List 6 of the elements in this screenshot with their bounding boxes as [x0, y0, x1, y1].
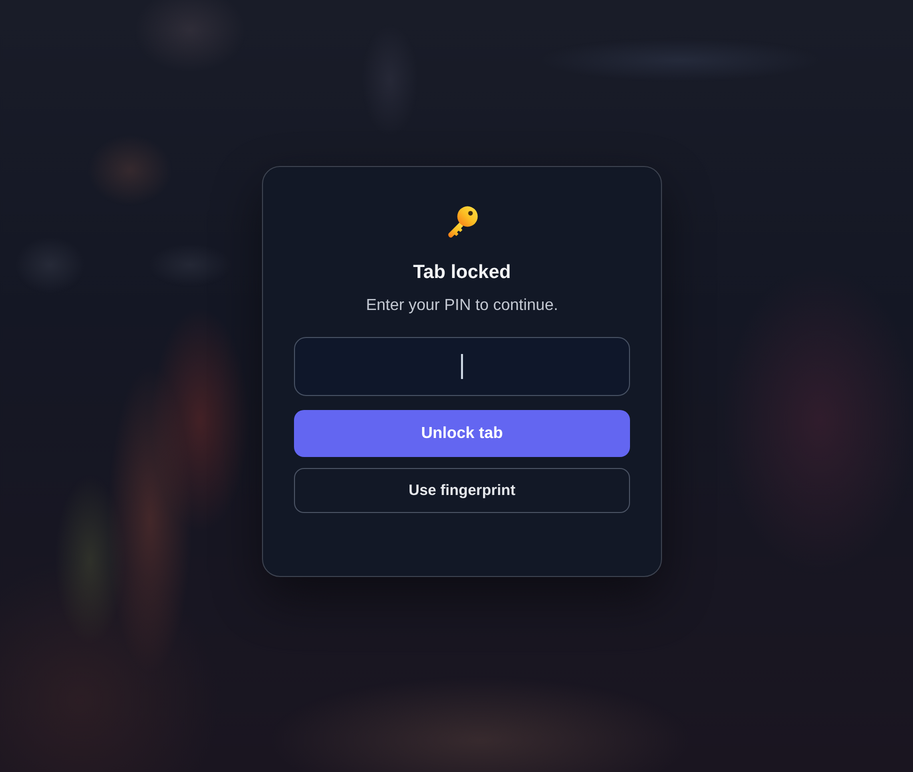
- dialog-message: Enter your PIN to continue.: [366, 296, 558, 316]
- unlock-button[interactable]: Unlock tab: [294, 410, 630, 457]
- dialog-title: Tab locked: [413, 261, 511, 285]
- pin-field[interactable]: [294, 337, 630, 396]
- fingerprint-button[interactable]: Use fingerprint: [294, 468, 630, 513]
- key-icon: [446, 205, 478, 239]
